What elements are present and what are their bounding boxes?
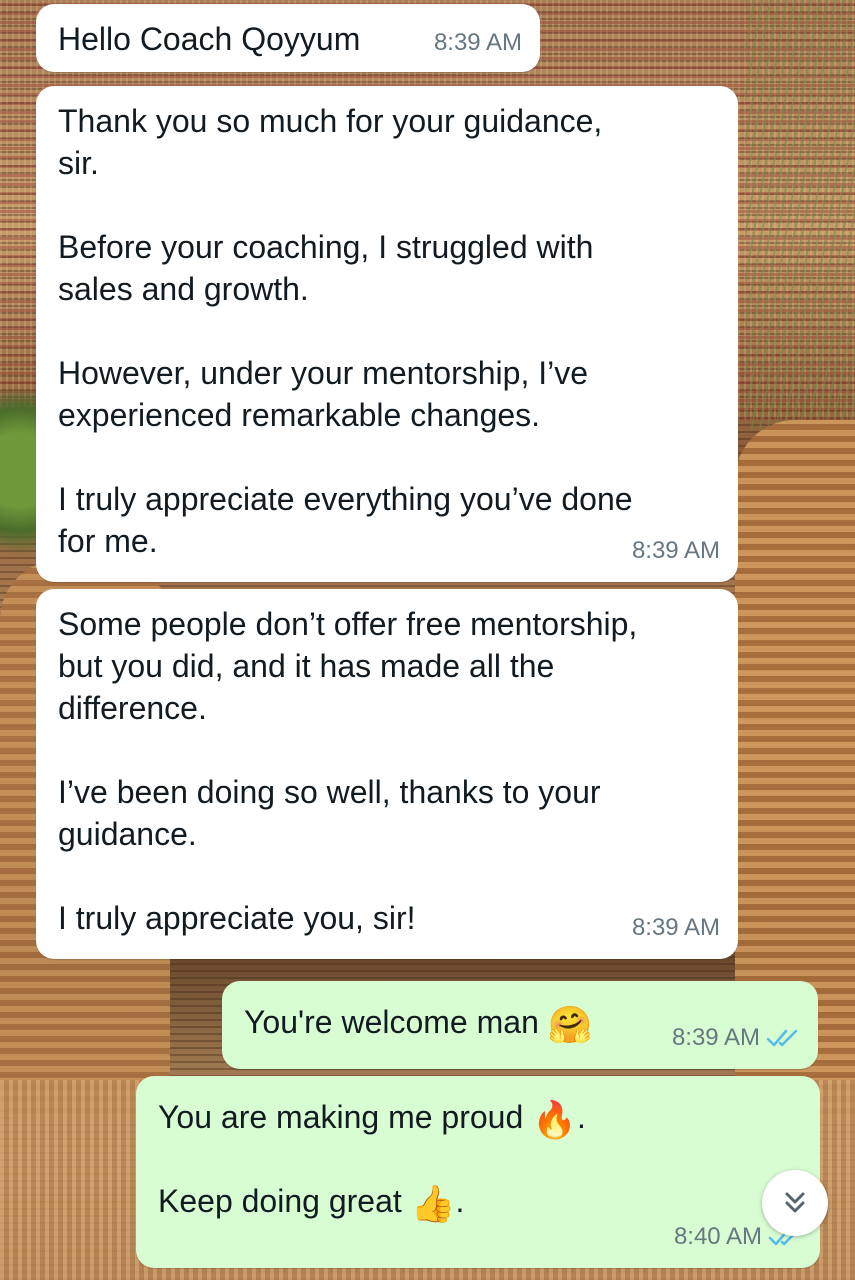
message-meta: 8:39 AM xyxy=(672,1017,800,1059)
message-text: Thank you so much for your guidance, sir… xyxy=(58,103,633,559)
message-bubble-incoming[interactable]: Hello Coach Qoyyum 8:39 AM xyxy=(36,4,540,72)
message-text-content: You're welcome man xyxy=(244,1004,539,1040)
scroll-to-bottom-button[interactable] xyxy=(762,1170,828,1236)
message-meta: 8:39 AM xyxy=(434,22,522,64)
message-bubble-outgoing[interactable]: You're welcome man 🤗 8:39 AM xyxy=(222,981,818,1069)
message-time: 8:39 AM xyxy=(671,1024,760,1051)
message-line: Keep doing great xyxy=(158,1183,402,1219)
message-bubble-outgoing[interactable]: You are making me proud 🔥. Keep doing gr… xyxy=(136,1076,820,1268)
message-time: 8:39 AM xyxy=(433,29,522,56)
message-list[interactable]: Hello Coach Qoyyum 8:39 AM Thank you so … xyxy=(0,0,855,1280)
message-meta: 8:39 AM xyxy=(632,530,720,572)
chevron-double-down-icon xyxy=(785,1192,805,1213)
message-time: 8:40 AM xyxy=(673,1223,762,1250)
thumbs-up-emoji: 👍 xyxy=(410,1183,456,1224)
hugging-face-emoji: 🤗 xyxy=(547,1004,593,1045)
fire-emoji: 🔥 xyxy=(532,1099,577,1140)
message-line-end: . xyxy=(455,1183,465,1219)
message-line-end: . xyxy=(576,1099,586,1135)
message-line: You are making me proud xyxy=(158,1099,524,1135)
message-bubble-incoming[interactable]: Thank you so much for your guidance, sir… xyxy=(36,86,738,582)
message-bubble-incoming[interactable]: Some people don’t offer free mentorship,… xyxy=(36,589,738,959)
message-text: Some people don’t offer free mentorship,… xyxy=(58,606,638,936)
message-meta: 8:39 AM xyxy=(632,907,720,949)
message-time: 8:39 AM xyxy=(631,914,720,941)
message-time: 8:39 AM xyxy=(631,537,720,564)
double-check-icon xyxy=(766,1029,798,1047)
message-text: You are making me proud 🔥. Keep doing gr… xyxy=(158,1096,798,1222)
